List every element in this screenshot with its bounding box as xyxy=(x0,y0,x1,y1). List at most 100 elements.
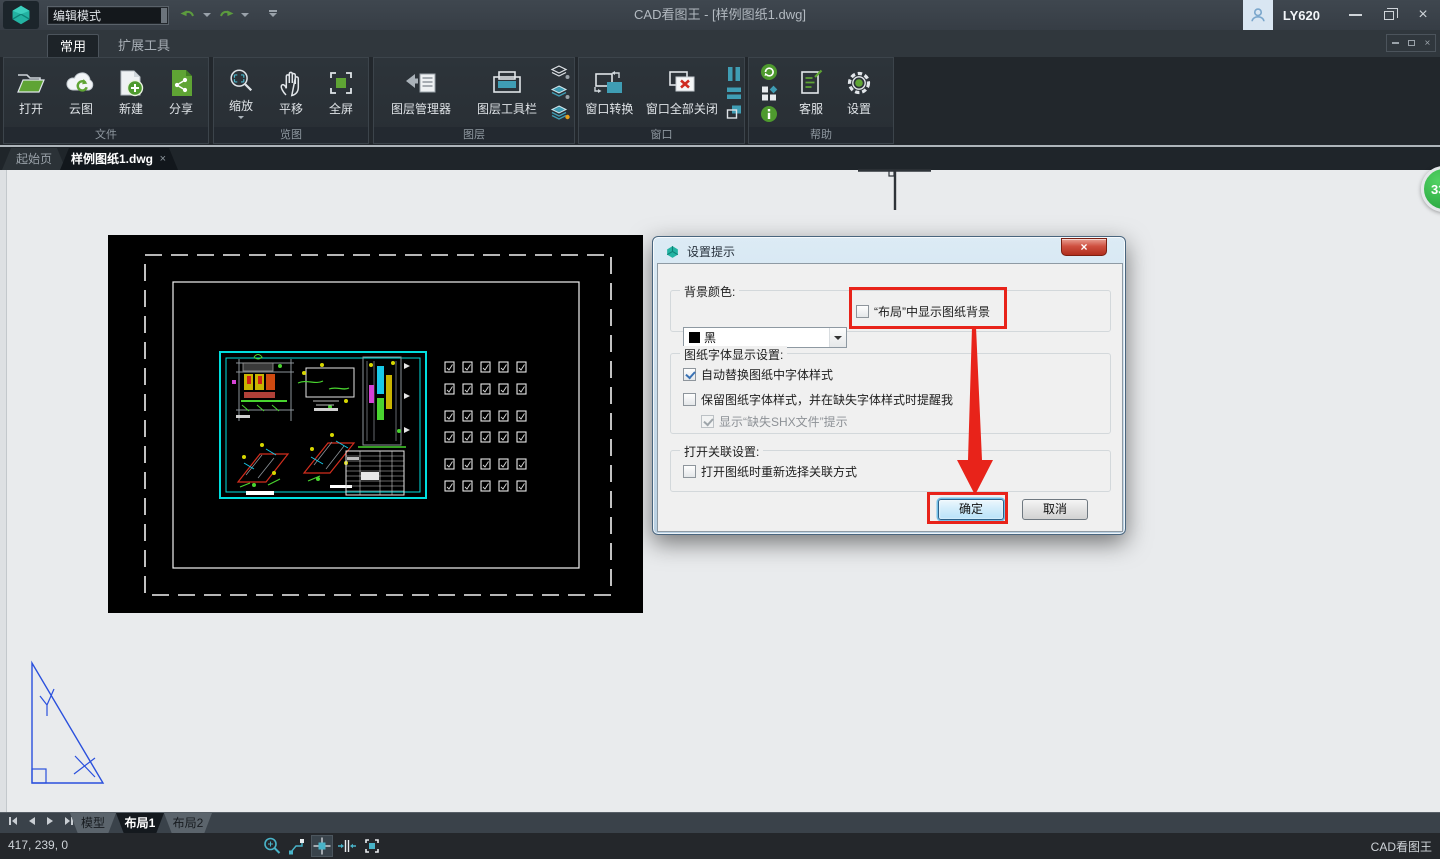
prev-layout-icon[interactable] xyxy=(28,816,36,826)
cube-logo-icon xyxy=(9,4,33,26)
open-button[interactable]: 打开 xyxy=(6,61,56,125)
help-small-tools xyxy=(759,63,779,123)
tab-common[interactable]: 常用 xyxy=(47,34,99,57)
reselect-association-option[interactable]: 打开图纸时重新选择关联方式 xyxy=(683,463,857,480)
layout-paper[interactable] xyxy=(108,235,643,613)
tile-vertical-icon[interactable] xyxy=(724,66,744,82)
next-layout-icon[interactable] xyxy=(46,816,54,826)
layer-extra-tools xyxy=(549,64,571,121)
keep-font-style-checkbox[interactable] xyxy=(683,393,696,406)
polyline-tool-button[interactable] xyxy=(286,835,308,857)
window-switch-button[interactable]: 窗口转换 xyxy=(579,61,640,125)
doc-close-icon[interactable]: × xyxy=(1424,38,1430,49)
share-button[interactable]: 分享 xyxy=(156,61,206,125)
reselect-association-checkbox[interactable] xyxy=(683,465,696,478)
paper-border xyxy=(173,282,579,568)
notification-badge[interactable]: 33 xyxy=(1421,166,1440,212)
first-layout-icon[interactable] xyxy=(8,816,18,826)
info-icon[interactable] xyxy=(759,105,779,123)
zoom-tool-button[interactable] xyxy=(261,835,283,857)
settings-button[interactable]: 设置 xyxy=(835,61,883,125)
cad-partial-geometry xyxy=(858,169,931,210)
layout-background-checkbox[interactable] xyxy=(856,305,869,318)
fullscreen-icon xyxy=(324,68,358,98)
cancel-button[interactable]: 取消 xyxy=(1022,499,1088,520)
layout-tab-bar: 模型 布局1 布局2 xyxy=(0,812,1440,833)
mode-select[interactable]: 编辑模式 xyxy=(47,6,169,25)
pan-button[interactable]: 平移 xyxy=(266,61,316,125)
app-window: 编辑模式 CAD看图王 - [样例图纸1.dwg] xyxy=(0,0,1440,859)
minimize-button[interactable] xyxy=(1338,0,1372,30)
restore-icon xyxy=(1384,11,1394,20)
ribbon-group-file: 打开 云图 新建 xyxy=(3,57,209,144)
close-button[interactable]: × xyxy=(1406,0,1440,30)
layer-state-icon[interactable] xyxy=(549,64,571,81)
person-icon xyxy=(1249,6,1267,24)
new-document-icon xyxy=(114,68,148,98)
customize-toolbar-icon[interactable] xyxy=(269,13,277,17)
ok-button[interactable]: 确定 xyxy=(938,499,1004,520)
layer-lock-icon[interactable] xyxy=(549,104,571,121)
plugins-icon[interactable] xyxy=(759,84,779,102)
cascade-windows-icon[interactable] xyxy=(724,104,744,120)
color-swatch-black xyxy=(689,332,700,343)
fullscreen-button[interactable]: 全屏 xyxy=(316,61,366,125)
keep-font-style-option[interactable]: 保留图纸字体样式，并在缺失字体样式时提醒我 xyxy=(683,391,953,408)
layer-toolbar-button[interactable]: 图层工具栏 xyxy=(465,61,549,125)
cloud-button[interactable]: 云图 xyxy=(56,61,106,125)
tab-drawing[interactable]: 样例图纸1.dwg × xyxy=(60,148,178,170)
statusbar: 417, 239, 0 xyxy=(0,833,1440,859)
layer-manager-button[interactable]: 图层管理器 xyxy=(377,61,465,125)
new-button[interactable]: 新建 xyxy=(106,61,156,125)
background-color-value: 黑 xyxy=(704,329,716,346)
redo-icon[interactable] xyxy=(217,8,235,22)
auto-replace-font-option[interactable]: 自动替换图纸中字体样式 xyxy=(683,366,833,383)
paper-margin-dashed xyxy=(145,255,611,595)
tab-close-icon[interactable]: × xyxy=(160,148,166,170)
crosshair-tool-button[interactable] xyxy=(311,835,333,857)
background-color-label: 背景颜色: xyxy=(680,283,739,300)
customer-service-button[interactable]: 客服 xyxy=(787,61,835,125)
cad-cluster-iso-left xyxy=(238,443,288,495)
cad-cluster-right xyxy=(358,357,410,447)
crosshair-tool-icon xyxy=(312,836,332,856)
settings-dialog: 设置提示 × 背景颜色: 黑 “布局”中显示图纸背景 图纸字体显示设置: xyxy=(652,236,1126,535)
background-color-select[interactable]: 黑 xyxy=(683,327,847,348)
layout-background-option[interactable]: “布局”中显示图纸背景 xyxy=(856,303,990,320)
check-update-icon[interactable] xyxy=(759,63,779,81)
redo-dropdown-icon[interactable] xyxy=(241,13,249,17)
mode-select-scroll-thumb[interactable] xyxy=(161,8,167,23)
ribbon-group-window: 窗口转换 窗口全部关闭 xyxy=(578,57,745,144)
tile-horizontal-icon[interactable] xyxy=(724,85,744,101)
tab-layout1[interactable]: 布局1 xyxy=(116,813,164,834)
ribbon-group-help: 客服 设置 帮助 xyxy=(748,57,894,144)
layer-toolbar-icon xyxy=(487,68,527,98)
layer-freeze-icon[interactable] xyxy=(549,84,571,101)
tab-model[interactable]: 模型 xyxy=(70,813,116,834)
brand-label: CAD看图王 xyxy=(1371,838,1432,855)
doc-restore-icon[interactable] xyxy=(1408,40,1415,46)
document-tab-bar: 起始页 样例图纸1.dwg × xyxy=(0,147,1440,170)
tab-start-page[interactable]: 起始页 xyxy=(2,148,66,170)
combo-dropdown-button[interactable] xyxy=(829,328,846,347)
auto-replace-font-checkbox[interactable] xyxy=(683,368,696,381)
close-all-windows-button[interactable]: 窗口全部关闭 xyxy=(640,61,724,125)
dialog-close-button[interactable]: × xyxy=(1061,238,1107,256)
zoom-button[interactable]: 缩放 xyxy=(216,61,266,125)
layout-nav xyxy=(8,816,74,826)
user-avatar[interactable] xyxy=(1243,0,1273,30)
zoom-magnifier-icon xyxy=(224,67,258,95)
fit-view-button[interactable] xyxy=(361,835,383,857)
canvas-left-edge xyxy=(0,170,7,812)
titlebar: 编辑模式 CAD看图王 - [样例图纸1.dwg] xyxy=(0,0,1440,30)
restore-button[interactable] xyxy=(1372,0,1406,30)
undo-icon[interactable] xyxy=(179,8,197,22)
undo-dropdown-icon[interactable] xyxy=(203,13,211,17)
app-logo-icon[interactable] xyxy=(3,1,39,29)
tab-layout2[interactable]: 布局2 xyxy=(164,813,212,834)
snap-tool-button[interactable] xyxy=(336,835,358,857)
doc-minimize-icon[interactable] xyxy=(1392,42,1399,44)
customer-service-icon xyxy=(794,68,828,98)
tab-extended-tools[interactable]: 扩展工具 xyxy=(106,34,182,57)
close-icon: × xyxy=(1418,6,1427,24)
